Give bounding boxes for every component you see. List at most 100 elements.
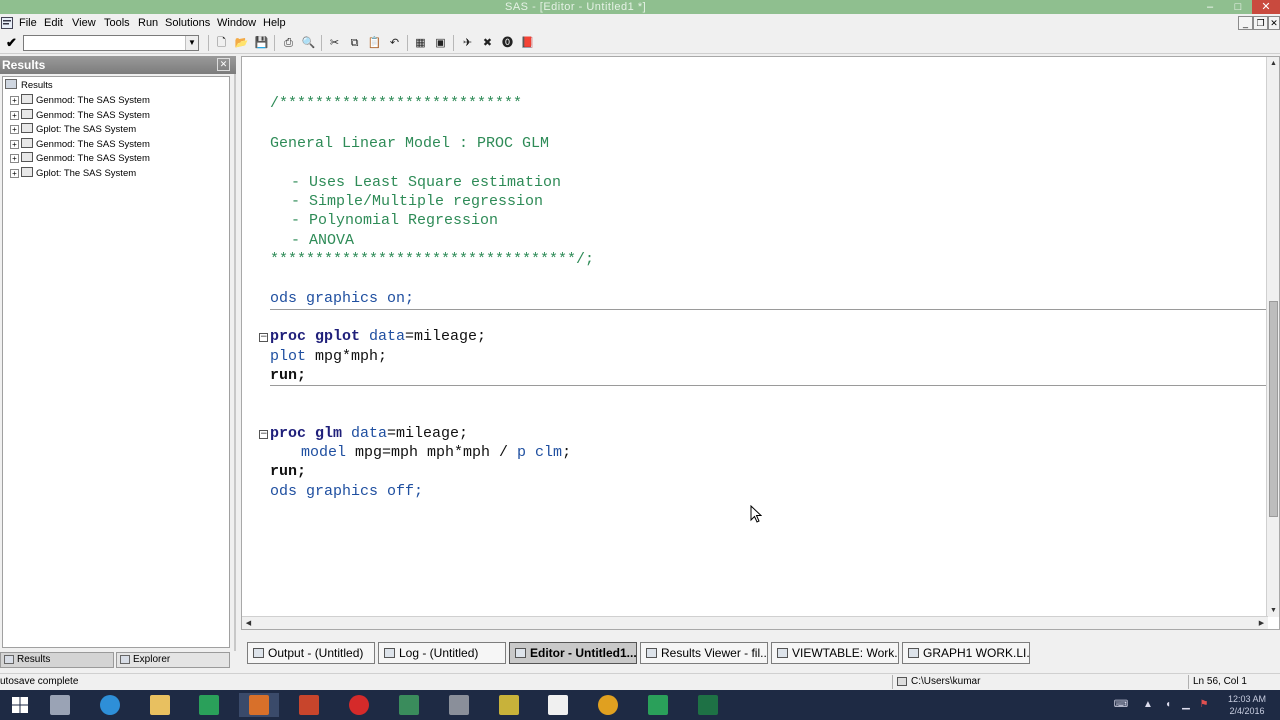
scroll-left-arrow-icon[interactable]: ◀ [242,617,255,630]
keyword-data: data [369,328,406,345]
expand-plus-icon[interactable]: + [10,140,19,149]
close-icon[interactable]: ✕ [217,58,230,71]
sas-help-icon[interactable]: 📕 [520,36,535,50]
window-tab-graph[interactable]: GRAPH1 WORK.LI... [902,642,1030,664]
title-bar: SAS - [Editor - Untitled1 *] – □ ✕ [0,0,1280,14]
window-tab-viewtable[interactable]: VIEWTABLE: Work.... [771,642,899,664]
scroll-right-arrow-icon[interactable]: ▶ [1255,617,1268,630]
taskbar-app[interactable] [389,693,429,717]
window-tab-editor[interactable]: Editor - Untitled1... [509,642,637,664]
menu-help[interactable]: Help [263,16,286,30]
scrollbar-thumb[interactable] [1269,301,1278,517]
graph-window-icon [908,648,919,658]
results-tree-item[interactable]: + Genmod: The SAS System [10,94,150,108]
scroll-down-arrow-icon[interactable]: ▼ [1267,604,1280,617]
window-tab-results-viewer[interactable]: Results Viewer - fil... [640,642,768,664]
taskbar-app[interactable] [339,693,379,717]
results-tree-item[interactable]: + Genmod: The SAS System [10,152,150,166]
show-hidden-icons-icon[interactable]: ▲ [1140,690,1156,720]
code-text: mpg=mph mph*mph / [355,444,518,461]
taskbar-clock[interactable]: 12:03 AM 2/4/2016 [1226,693,1268,717]
paste-icon[interactable]: 📋 [367,36,382,50]
code-line-run: run; [270,463,307,480]
taskbar-app[interactable] [538,693,578,717]
command-submit-check-icon[interactable]: ✔ [6,35,20,51]
taskbar-app[interactable] [688,693,728,717]
horizontal-scrollbar[interactable]: ◀ ▶ [242,616,1268,629]
tab-results[interactable]: Results [0,652,114,668]
menu-edit[interactable]: Edit [44,16,63,30]
results-tree-item[interactable]: + Genmod: The SAS System [10,109,150,123]
taskbar-app[interactable] [189,693,229,717]
mdi-close-button[interactable]: ✕ [1268,16,1280,30]
vertical-scrollbar[interactable]: ▲ ▼ [1266,57,1279,617]
copy-icon[interactable]: ⧉ [347,36,362,50]
clear-icon[interactable]: ✖ [480,36,495,50]
toolbar-separator [407,35,408,51]
print-icon[interactable]: ⎙ [281,36,296,50]
sas-app-icon[interactable] [1,17,13,29]
taskbar-app[interactable] [638,693,678,717]
menu-file[interactable]: File [19,16,37,30]
log-window-icon [384,648,395,658]
window-tab-output[interactable]: Output - (Untitled) [247,642,375,664]
minimize-button[interactable]: – [1196,0,1224,14]
mdi-minimize-button[interactable]: _ [1238,16,1253,30]
expand-plus-icon[interactable]: + [10,111,19,120]
expand-plus-icon[interactable]: + [10,96,19,105]
taskbar-app[interactable] [489,693,529,717]
taskbar-app[interactable] [588,693,628,717]
results-tree-item[interactable]: + Genmod: The SAS System [10,138,150,152]
undo-icon[interactable]: ↶ [387,36,402,50]
taskbar-app[interactable] [439,693,479,717]
cut-icon[interactable]: ✂ [327,36,342,50]
save-icon[interactable]: 💾 [254,36,269,50]
expand-plus-icon[interactable]: + [10,125,19,134]
menu-tools[interactable]: Tools [104,16,130,30]
program-editor[interactable]: /*************************** General Lin… [241,56,1280,630]
window-tab-log[interactable]: Log - (Untitled) [378,642,506,664]
editor-code-area[interactable]: /*************************** General Lin… [242,57,1268,617]
taskbar-app[interactable] [289,693,329,717]
chevron-down-icon[interactable]: ▼ [185,36,198,50]
print-preview-icon[interactable]: 🔍 [301,36,316,50]
volume-icon[interactable]: ◖ [1160,690,1176,720]
results-tree-item[interactable]: + Gplot: The SAS System [10,123,136,137]
start-button[interactable] [0,693,40,717]
menu-run[interactable]: Run [138,16,158,30]
results-tree-item[interactable]: + Gplot: The SAS System [10,167,136,181]
open-icon[interactable]: 📂 [234,36,249,50]
notification-icon[interactable]: ⚑ [1196,690,1212,720]
tab-explorer[interactable]: Explorer [116,652,230,668]
help-icon[interactable]: ⓿ [500,36,515,50]
close-button[interactable]: ✕ [1252,0,1280,14]
results-tree-item-label: Genmod: The SAS System [36,139,150,150]
taskbar-app[interactable] [90,693,130,717]
results-tree-root[interactable]: Results [5,79,53,93]
menu-view[interactable]: View [72,16,96,30]
new-icon[interactable]: 🗋 [214,36,229,50]
maximize-button[interactable]: □ [1224,0,1252,14]
network-icon[interactable]: ▁ [1178,690,1194,720]
taskbar-app-active[interactable] [239,693,279,717]
expand-plus-icon[interactable]: + [10,169,19,178]
mdi-restore-button[interactable]: ❐ [1253,16,1268,30]
task-view-button[interactable] [40,693,80,717]
current-folder[interactable]: C:\Users\kumar [892,675,1182,689]
libraries-icon[interactable]: ▦ [413,36,428,50]
command-box[interactable]: ▼ [23,35,199,51]
collapse-minus-icon[interactable]: − [259,430,268,439]
sas-application-window: SAS - [Editor - Untitled1 *] – □ ✕ File … [0,0,1280,720]
scroll-up-arrow-icon[interactable]: ▲ [1267,57,1280,70]
menu-window[interactable]: Window [217,16,256,30]
taskbar-app[interactable] [140,693,180,717]
submit-icon[interactable]: ✈ [460,36,475,50]
explorer-icon[interactable]: ▣ [433,36,448,50]
app-u-icon [399,695,419,715]
keyboard-icon[interactable]: ⌨ [1108,690,1134,720]
window-tab-label: Results Viewer - fil... [661,646,768,660]
expand-plus-icon[interactable]: + [10,154,19,163]
menu-solutions[interactable]: Solutions [165,16,210,30]
output-group-icon [21,138,33,148]
collapse-minus-icon[interactable]: − [259,333,268,342]
